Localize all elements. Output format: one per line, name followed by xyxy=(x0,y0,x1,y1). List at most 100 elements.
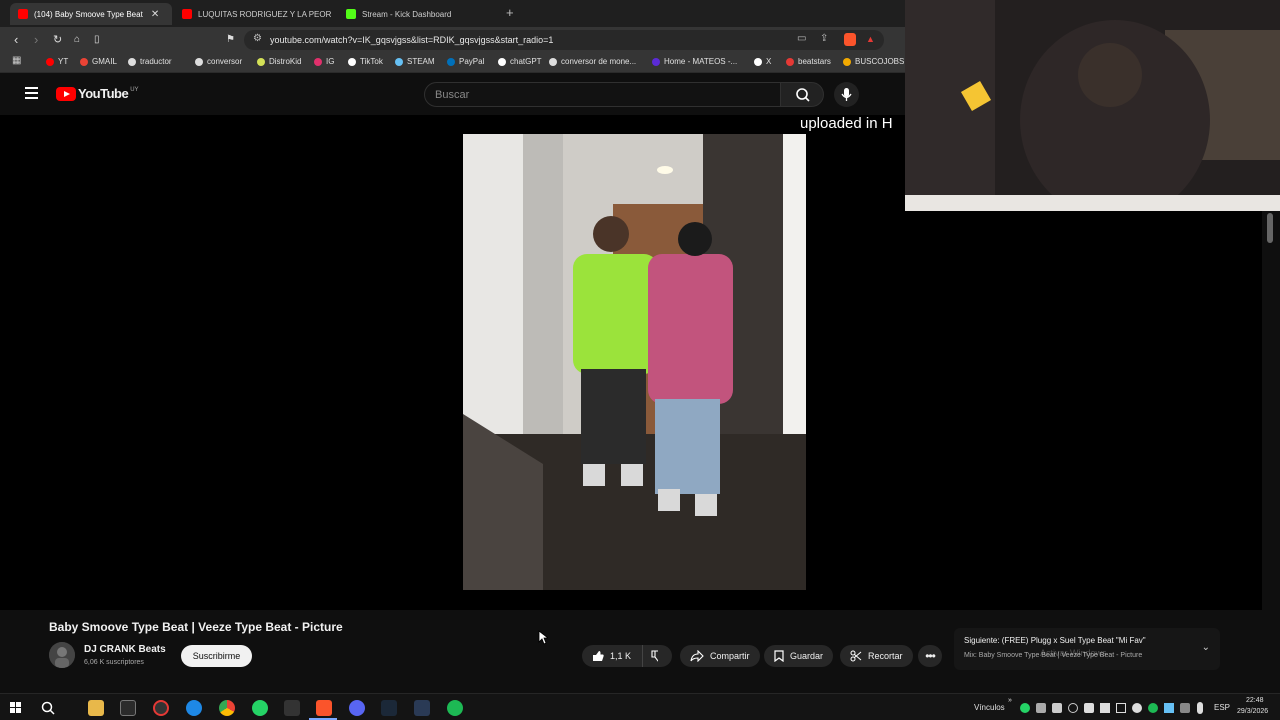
tray-icon[interactable] xyxy=(1052,703,1062,713)
bookmark-item[interactable]: DistroKid xyxy=(257,57,301,66)
bookmark-item[interactable]: conversor de mone... xyxy=(549,57,636,66)
app-icon[interactable] xyxy=(186,700,202,716)
spotify-icon[interactable] xyxy=(447,700,463,716)
sidebar-toggle-icon[interactable]: ▯ xyxy=(94,34,100,45)
save-button[interactable]: Guardar xyxy=(764,645,834,667)
reload-icon[interactable]: ↻ xyxy=(53,33,62,46)
voice-search-button[interactable] xyxy=(834,82,859,107)
channel-avatar[interactable] xyxy=(49,642,75,668)
page-scrollbar[interactable] xyxy=(1262,211,1280,685)
spotify-tray-icon[interactable] xyxy=(1148,703,1158,713)
search-input[interactable] xyxy=(435,89,755,101)
share-icon[interactable]: ⇪ xyxy=(820,33,828,44)
bookmark-item[interactable]: YT xyxy=(46,57,68,66)
microphone-tray-icon[interactable] xyxy=(1197,702,1203,714)
mouse-cursor-icon xyxy=(538,630,548,645)
bookmark-item[interactable]: chatGPT xyxy=(498,57,542,66)
bookmark-item[interactable]: Home - MATEOS -... xyxy=(652,57,737,66)
brave-rewards-icon[interactable]: ▲ xyxy=(866,34,875,44)
epic-games-icon[interactable] xyxy=(120,700,136,716)
brave-icon[interactable] xyxy=(316,700,332,716)
channel-name[interactable]: DJ CRANK Beats xyxy=(84,644,166,655)
search-button[interactable] xyxy=(780,82,824,107)
links-toolbar-label[interactable]: Vínculos xyxy=(974,703,1005,712)
tray-icon[interactable] xyxy=(1180,703,1190,713)
tab-kick-dashboard[interactable]: Stream - Kick Dashboard xyxy=(338,3,498,25)
tab-youtube-active[interactable]: (104) Baby Smoove Type Beat ✕ xyxy=(10,3,172,25)
bookmark-item[interactable]: BUSCOJOBS xyxy=(843,57,904,66)
up-next-title: Siguiente: (FREE) Plugg x Suel Type Beat… xyxy=(964,636,1146,645)
language-indicator[interactable]: ESP xyxy=(1214,703,1230,712)
tray-icon[interactable] xyxy=(1036,703,1046,713)
webcam-overlay-image xyxy=(905,0,1280,211)
clock-time[interactable]: 22:48 xyxy=(1246,697,1264,704)
volume-icon[interactable] xyxy=(1100,703,1110,713)
distrokid-icon xyxy=(257,57,265,66)
windows-start-icon[interactable] xyxy=(8,700,24,716)
whatsapp-icon[interactable] xyxy=(252,700,268,716)
tray-icon[interactable] xyxy=(1084,703,1094,713)
search-icon[interactable] xyxy=(40,700,56,716)
steam-icon[interactable] xyxy=(381,700,397,716)
bookmark-item[interactable]: TikTok xyxy=(348,57,383,66)
google-icon xyxy=(195,57,203,66)
address-bar[interactable]: ⚙ youtube.com/watch?v=IK_gqsvjgss&list=R… xyxy=(244,30,884,50)
calculator-icon[interactable] xyxy=(284,700,300,716)
bookmark-item[interactable]: X xyxy=(754,57,771,66)
share-button[interactable]: Compartir xyxy=(680,645,760,667)
bookmark-item[interactable]: conversor xyxy=(195,57,242,66)
tiktok-icon xyxy=(348,57,356,66)
file-explorer-icon[interactable] xyxy=(88,700,104,716)
microphone-icon xyxy=(841,88,852,101)
chevron-down-icon[interactable]: ⌄ xyxy=(1202,642,1210,653)
site-icon xyxy=(652,57,660,66)
bookmark-item[interactable]: PayPal xyxy=(447,57,484,66)
youtube-header: YouTube UY xyxy=(0,73,905,115)
x-icon xyxy=(754,57,762,66)
steam-tray-icon[interactable] xyxy=(1164,703,1174,713)
network-icon[interactable] xyxy=(1116,703,1126,713)
bookmarks-bar: ▦ YT GMAIL traductor conversor DistroKid… xyxy=(0,53,905,73)
bookmark-item[interactable]: STEAM xyxy=(395,57,435,66)
bookmark-item[interactable]: traductor xyxy=(128,57,172,66)
clip-button[interactable]: Recortar xyxy=(840,645,913,667)
back-icon[interactable]: ‹ xyxy=(14,32,18,47)
like-button[interactable]: 1,1 K xyxy=(582,645,642,667)
screen-cast-icon[interactable]: ▭ xyxy=(797,33,806,44)
instagram-icon xyxy=(314,57,322,66)
tab-label: Stream - Kick Dashboard xyxy=(362,9,452,19)
obs-icon[interactable] xyxy=(153,700,169,716)
discord-icon[interactable] xyxy=(349,700,365,716)
site-settings-icon[interactable]: ⚙ xyxy=(253,33,262,44)
new-tab-button[interactable]: + xyxy=(506,5,514,20)
chrome-icon[interactable] xyxy=(219,700,235,716)
youtube-favicon-icon xyxy=(18,9,28,19)
scrollbar-thumb[interactable] xyxy=(1267,213,1273,243)
subscribe-button[interactable]: Suscribirme xyxy=(181,645,252,667)
chevron-right-icon[interactable]: » xyxy=(1008,697,1012,704)
whatsapp-tray-icon[interactable] xyxy=(1020,703,1030,713)
bookmark-icon xyxy=(774,650,784,662)
kick-favicon-icon xyxy=(346,9,356,19)
search-icon xyxy=(796,88,810,102)
forward-icon[interactable]: › xyxy=(34,32,38,47)
youtube-logo[interactable]: YouTube UY xyxy=(56,86,139,101)
close-tab-icon[interactable]: ✕ xyxy=(151,9,159,20)
brave-shield-icon[interactable] xyxy=(844,33,856,46)
home-icon[interactable]: ⌂ xyxy=(74,34,80,45)
bookmark-item[interactable]: IG xyxy=(314,57,334,66)
steam-icon xyxy=(395,57,403,66)
browser-tab-bar: (104) Baby Smoove Type Beat ✕ LUQUITAS R… xyxy=(0,0,905,27)
dislike-button[interactable] xyxy=(642,645,672,667)
tray-icon[interactable] xyxy=(1068,703,1078,713)
fl-studio-icon[interactable] xyxy=(414,700,430,716)
bookmark-icon[interactable]: ⚑ xyxy=(226,34,235,45)
apps-grid-icon[interactable]: ▦ xyxy=(12,55,21,66)
tray-icon[interactable] xyxy=(1132,703,1142,713)
menu-icon[interactable] xyxy=(25,87,38,102)
bookmark-item[interactable]: GMAIL xyxy=(80,57,117,66)
tab-youtube-second[interactable]: LUQUITAS RODRIGUEZ Y LA PEOR EN xyxy=(174,3,334,25)
clock-date[interactable]: 29/3/2026 xyxy=(1237,708,1268,715)
bookmark-item[interactable]: beatstars xyxy=(786,57,831,66)
more-actions-button[interactable]: ••• xyxy=(918,645,942,667)
